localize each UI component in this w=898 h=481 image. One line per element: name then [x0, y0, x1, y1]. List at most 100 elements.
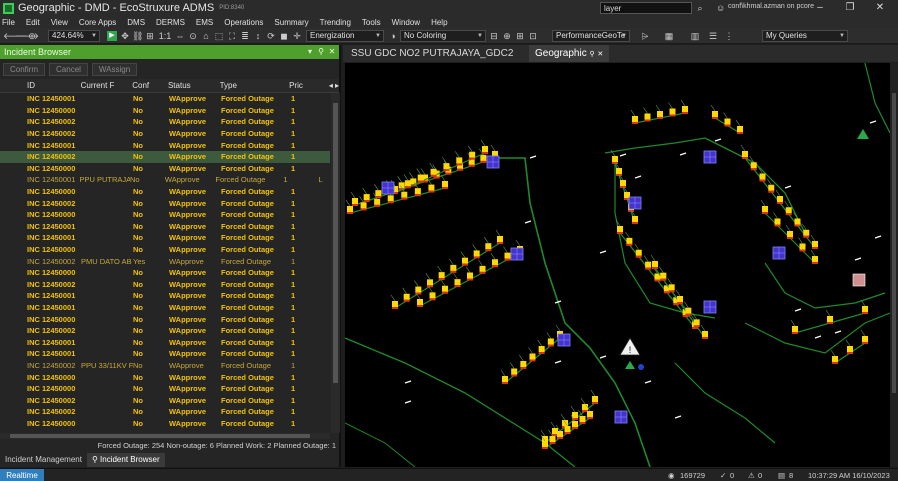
menu-item-file[interactable]: File — [2, 18, 15, 27]
table-row[interactable]: INC 12450001 No WApprove Forced Outage 1 — [0, 139, 330, 151]
energization-combo[interactable]: Energization ▼ — [306, 30, 384, 42]
menu-item-dms[interactable]: DMS — [127, 18, 145, 27]
table-row[interactable]: INC 12450000 No WApprove Forced Outage 1 — [0, 186, 330, 198]
menu-item-summary[interactable]: Summary — [274, 18, 308, 27]
table-row[interactable]: INC 12450000 No WApprove Forced Outage 1 — [0, 313, 330, 325]
back-icon[interactable]: 🡐 — [3, 30, 27, 42]
table-row[interactable]: INC 12450001 No WApprove Forced Outage 1 — [0, 348, 330, 360]
tab-geographic[interactable]: Geographic ⚲ ✕ — [529, 45, 610, 62]
table-row[interactable]: INC 12450002 No WApprove Forced Outage 1 — [0, 116, 330, 128]
scroll-thumb[interactable] — [892, 93, 896, 393]
table-row[interactable]: INC 12450000 No WApprove Forced Outage 1 — [0, 244, 330, 256]
view-combo[interactable]: PerformanceGeoTe ▼ — [552, 30, 630, 42]
minimize-icon[interactable]: – — [808, 1, 832, 15]
close-icon[interactable]: ✕ — [868, 1, 892, 15]
scroll-thumb[interactable] — [333, 103, 338, 383]
geographic-map[interactable]: ! — [345, 63, 890, 467]
table-row[interactable]: INC 12450001 No WApprove Forced Outage 1 — [0, 336, 330, 348]
table-row[interactable]: INC 12450002 No WApprove Forced Outage 1 — [0, 406, 330, 418]
column-header-type[interactable]: Type — [220, 81, 289, 90]
split-icon[interactable]: ⊞ — [515, 30, 525, 42]
tab-ssu-gdc[interactable]: SSU GDC NO2 PUTRAJAYA_GDC2 — [345, 45, 519, 62]
menu-item-trending[interactable]: Trending — [320, 18, 351, 27]
scale-icon[interactable]: 1:1 — [158, 30, 172, 42]
dropdown-icon[interactable]: ▾ — [305, 46, 315, 58]
table-row[interactable]: INC 12450001 No WApprove Forced Outage 1 — [0, 221, 330, 233]
table-row[interactable]: INC 12450002 No WApprove Forced Outage 1 — [0, 150, 330, 163]
zoom-combo[interactable]: 424.64% ▼ — [48, 30, 100, 42]
column-header-id[interactable]: ID — [0, 81, 81, 90]
pin-icon[interactable]: ⊙ — [188, 30, 198, 42]
column-scroll-icon[interactable]: ◂ ▸ — [329, 81, 339, 90]
vertical-scrollbar[interactable] — [331, 93, 340, 433]
table-row[interactable]: INC 12450001PPU PUTRAJAYANo WApprove Force… — [0, 174, 330, 186]
zoom-icon[interactable]: ⊕ — [27, 30, 37, 42]
grid-icon[interactable]: ⊞ — [145, 30, 155, 42]
table-row[interactable]: INC 12450000 No WApprove Forced Outage 1 — [0, 371, 330, 383]
layout-icon[interactable]: ⊟ — [489, 30, 499, 42]
menu-item-help[interactable]: Help — [431, 18, 447, 27]
menu-item-ems[interactable]: EMS — [196, 18, 213, 27]
color-icon[interactable]: ◑ — [388, 30, 398, 42]
pan-icon[interactable]: ⇔ — [175, 30, 185, 42]
table-row[interactable]: INC 12450000 No WApprove Forced Outage 1 — [0, 383, 330, 395]
menu-item-core-apps[interactable]: Core Apps — [79, 18, 116, 27]
queries-combo[interactable]: My Queries ▼ — [762, 30, 848, 42]
column-header-pric[interactable]: Pric — [289, 81, 325, 90]
coloring-combo[interactable]: No Coloring ▼ — [400, 30, 486, 42]
table-row[interactable]: INC 12450002 PMU DATO AB Yes WApprove Forced… — [0, 255, 330, 267]
table-row[interactable]: INC 12450002 No WApprove Forced Outage 1 — [0, 394, 330, 406]
realtime-mode[interactable]: Realtime — [0, 469, 44, 481]
menu-item-edit[interactable]: Edit — [26, 18, 40, 27]
maximize-icon[interactable]: ❐ — [838, 1, 862, 15]
cancel-button[interactable]: Cancel — [49, 62, 88, 76]
table-row[interactable]: INC 12450000 No WApprove Forced Outage 1 — [0, 418, 330, 430]
tab-incident-browser[interactable]: ⚲ Incident Browser — [86, 453, 165, 467]
table-row[interactable]: INC 12450001 No WApprove Forced Outage 1 — [0, 302, 330, 314]
home-icon[interactable]: ⌂ — [201, 30, 211, 42]
play-icon[interactable]: ▶ — [107, 31, 117, 41]
table-row[interactable]: INC 12450001 No WApprove Forced Outage 1 — [0, 232, 330, 244]
forward-icon[interactable]: 🡒 — [15, 30, 39, 42]
table-row[interactable]: INC 12450000 No WApprove Forced Outage 1 — [0, 267, 330, 279]
refresh-icon[interactable]: ⟳ — [266, 30, 276, 42]
snap-icon[interactable]: ⊡ — [528, 30, 538, 42]
chart-icon[interactable]: ▥ — [690, 30, 700, 42]
menu-item-tools[interactable]: Tools — [362, 18, 381, 27]
filter-icon[interactable]: ⩥ — [640, 30, 650, 42]
horizontal-scrollbar[interactable] — [0, 433, 330, 439]
search-input[interactable] — [600, 2, 692, 14]
crosshair-icon[interactable]: ✛ — [292, 30, 302, 42]
pin-icon[interactable]: ⚲ — [316, 46, 326, 58]
table-row[interactable]: INC 12450002 PPU 33/11KV F No WApprove Force… — [0, 360, 330, 372]
pin-icon[interactable]: ⚲ — [589, 51, 594, 58]
column-header-status[interactable]: Status — [168, 81, 220, 90]
tile-icon[interactable]: ▦ — [664, 30, 674, 42]
table-row[interactable]: INC 12450000 No WApprove Forced Outage 1 — [0, 105, 330, 117]
table-row[interactable]: INC 12450002 No WApprove Forced Outage 1 — [0, 279, 330, 291]
table-row[interactable]: INC 12450002 No WApprove Forced Outage 1 — [0, 325, 330, 337]
menu-item-window[interactable]: Window — [392, 18, 420, 27]
node-icon[interactable]: ⊕ — [502, 30, 512, 42]
select-icon[interactable]: ⬚ — [214, 30, 224, 42]
link-icon[interactable]: ⛓ — [132, 30, 143, 42]
table-row[interactable]: INC 12450000 No WApprove Forced Outage 1 — [0, 163, 330, 175]
menu-item-operations[interactable]: Operations — [224, 18, 263, 27]
table-row[interactable]: INC 12450001 No WApprove Forced Outage 1 — [0, 290, 330, 302]
map-scrollbar[interactable] — [890, 63, 898, 467]
table-row[interactable]: INC 12450002 No WApprove Forced Outage 1 — [0, 128, 330, 140]
confirm-button[interactable]: Confirm — [3, 62, 46, 76]
measure-icon[interactable]: ↕ — [253, 30, 263, 42]
menu-item-derms[interactable]: DERMS — [156, 18, 185, 27]
network-diagram[interactable]: ! — [345, 63, 890, 467]
wassign-button[interactable]: WAssign — [91, 62, 138, 76]
tab-incident-management[interactable]: Incident Management — [0, 453, 87, 467]
move-icon[interactable]: ✥ — [120, 30, 130, 42]
close-panel-icon[interactable]: ✕ — [327, 46, 337, 58]
list-icon[interactable]: ☰ — [708, 30, 718, 42]
stop-icon[interactable]: ◼ — [279, 30, 289, 42]
column-header-current-f[interactable]: Current F — [81, 81, 133, 90]
fit-icon[interactable]: ⛶ — [227, 30, 237, 42]
options-icon[interactable]: ⋮ — [724, 30, 734, 42]
menu-item-view[interactable]: View — [51, 18, 68, 27]
